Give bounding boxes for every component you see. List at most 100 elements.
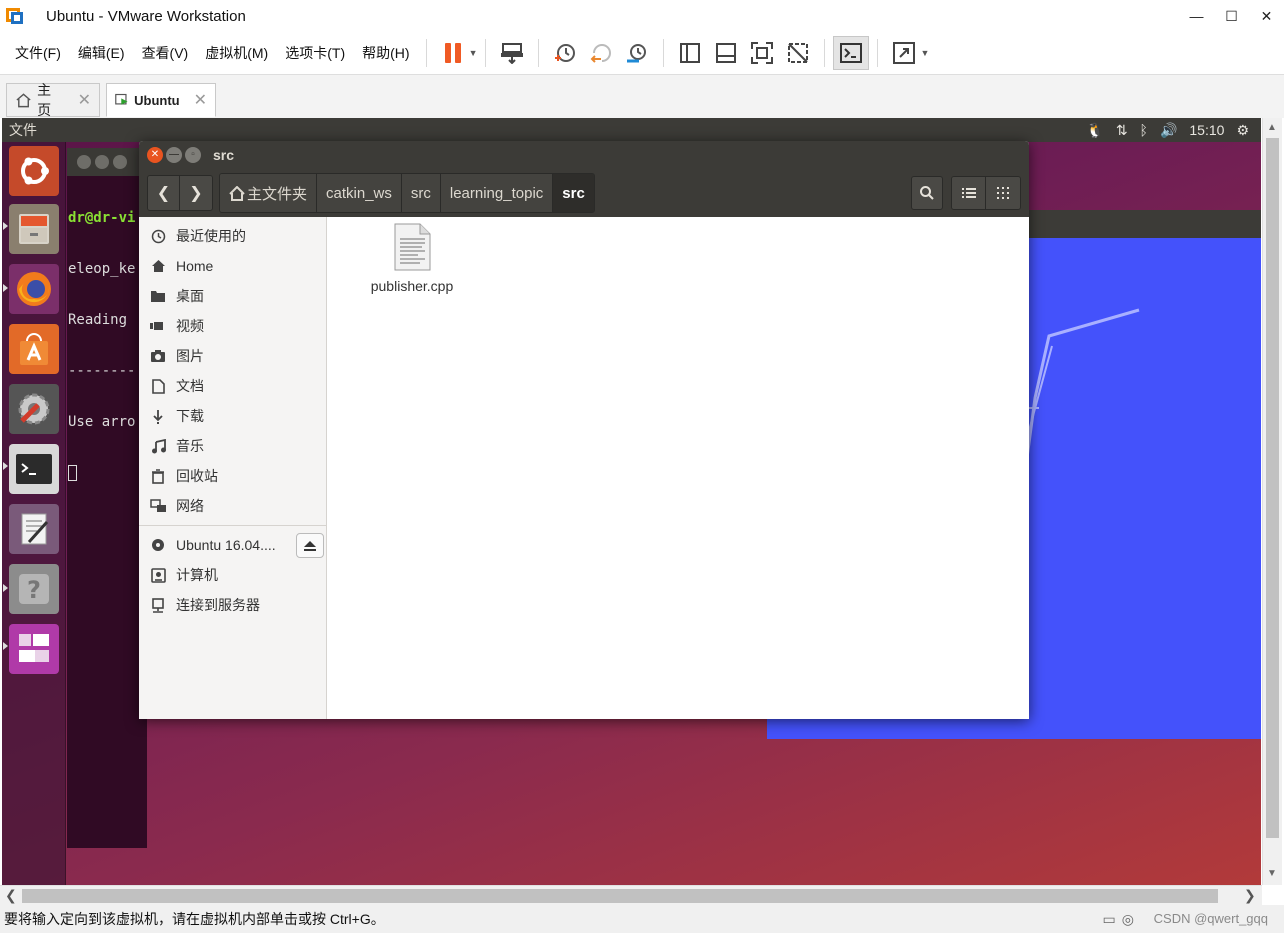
sidebar-item-home[interactable]: Home (139, 251, 326, 281)
sidebar-item-desktop[interactable]: 桌面 (139, 281, 326, 311)
file-view[interactable]: publisher.cpp (327, 217, 1029, 719)
console-view-button[interactable] (833, 36, 870, 70)
sidebar-item-label: 计算机 (176, 567, 218, 583)
list-view-button[interactable] (952, 177, 986, 209)
bluetooth-icon[interactable]: ᛒ (1140, 122, 1148, 138)
close-button[interactable]: ✕ (1249, 0, 1284, 32)
breadcrumb-home[interactable]: 主文件夹 (220, 174, 318, 212)
minimize-button[interactable]: — (1179, 0, 1214, 32)
show-library-button[interactable] (672, 36, 708, 70)
clock[interactable]: 15:10 (1189, 122, 1224, 138)
app-menu-label[interactable]: 文件 (9, 120, 37, 140)
sidebar-item-music[interactable]: 音乐 (139, 431, 326, 461)
launcher-system-settings[interactable] (9, 384, 59, 434)
maximize-button[interactable]: ☐ (1214, 0, 1249, 32)
launcher-terminal[interactable] (9, 444, 59, 494)
horizontal-scrollbar[interactable]: ❮ ❯ (0, 885, 1262, 905)
cd-drive-icon[interactable]: ◎ (1122, 911, 1134, 928)
vertical-scroll-thumb[interactable] (1266, 138, 1279, 838)
sidebar-item-network[interactable]: 网络 (139, 491, 326, 521)
volume-icon[interactable]: 🔊 (1160, 122, 1177, 139)
launcher-text-editor[interactable] (9, 504, 59, 554)
launcher-workspace-switcher[interactable] (9, 624, 59, 674)
network-arrows-icon[interactable]: ⇅ (1116, 122, 1128, 139)
launcher-files[interactable] (9, 204, 59, 254)
menu-vm[interactable]: 虚拟机(M) (197, 43, 276, 63)
terminal-window[interactable]: dr@dr-vi eleop_ke Reading -------- Use a… (67, 148, 147, 848)
tab-home[interactable]: 主页 ✕ (6, 82, 100, 118)
scroll-left-arrow-icon[interactable]: ❮ (5, 887, 17, 904)
sidebar-item-trash[interactable]: 回收站 (139, 461, 326, 491)
menu-view[interactable]: 查看(V) (134, 43, 197, 63)
power-gear-icon[interactable]: ⚙ (1236, 122, 1249, 139)
menu-file[interactable]: 文件(F) (7, 43, 69, 63)
tab-bar: 主页 ✕ Ubuntu ✕ (0, 74, 1284, 118)
terminal-titlebar (67, 148, 147, 176)
sidebar-item-documents[interactable]: 文档 (139, 371, 326, 401)
terminal-icon (840, 43, 863, 63)
launcher-software-center[interactable] (9, 324, 59, 374)
horizontal-scroll-thumb[interactable] (22, 889, 1218, 903)
chevron-right-icon: ❯ (189, 185, 203, 202)
menu-help[interactable]: 帮助(H) (354, 43, 417, 63)
breadcrumb-learning-topic[interactable]: learning_topic (440, 174, 554, 212)
text-file-icon (394, 223, 431, 271)
scroll-right-arrow-icon[interactable]: ❯ (1244, 887, 1256, 904)
file-manager-body: 最近使用的 Home 桌面 视频 图片 文档 下载 音乐 回收站 网络 Ubun… (139, 217, 1029, 719)
file-manager-window[interactable]: ✕ — ▫ src ❮ ❯ 主文件夹 catkin_ws src learnin… (139, 141, 1029, 719)
download-icon (149, 407, 167, 425)
clock-icon (149, 227, 167, 245)
window-close-icon[interactable]: ✕ (147, 147, 163, 163)
home-icon (229, 185, 245, 201)
vertical-scrollbar[interactable]: ▲ ▼ (1262, 118, 1282, 885)
thumbnail-bar-button[interactable] (708, 36, 744, 70)
penguin-icon[interactable]: 🐧 (1086, 122, 1103, 139)
sidebar-item-recent[interactable]: 最近使用的 (139, 221, 326, 251)
guest-screen[interactable]: 文件 🐧 ⇅ ᛒ 🔊 15:10 ⚙ ? dr@dr-vi eleop_ke R… (2, 118, 1261, 885)
grid-view-button[interactable] (986, 177, 1020, 209)
scroll-up-arrow-icon[interactable]: ▲ (1267, 122, 1277, 133)
network-icon (149, 497, 167, 515)
sidebar-item-ubuntu-disc[interactable]: Ubuntu 16.04.... (139, 530, 326, 560)
breadcrumb-current-src[interactable]: src (553, 174, 594, 212)
snapshot-manager-icon (627, 44, 647, 63)
stretch-guest-button[interactable] (886, 36, 922, 70)
launcher-dash[interactable] (9, 146, 59, 196)
file-item[interactable]: publisher.cpp (357, 223, 467, 294)
tab-ubuntu-close-icon[interactable]: ✕ (194, 90, 207, 110)
unity-mode-button[interactable] (780, 36, 816, 70)
menu-tabs[interactable]: 选项卡(T) (277, 43, 353, 63)
menu-edit[interactable]: 编辑(E) (70, 43, 133, 63)
back-button[interactable]: ❮ (148, 176, 180, 210)
sidebar-item-label: 下载 (176, 408, 204, 424)
tab-ubuntu[interactable]: Ubuntu ✕ (106, 83, 216, 117)
scroll-down-arrow-icon[interactable]: ▼ (1267, 868, 1277, 879)
send-ctrl-alt-del-button[interactable] (494, 36, 530, 70)
fullscreen-icon (751, 42, 774, 64)
launcher-firefox[interactable] (9, 264, 59, 314)
forward-button[interactable]: ❯ (180, 176, 212, 210)
snapshot-button[interactable] (547, 36, 583, 70)
breadcrumb-catkin-ws[interactable]: catkin_ws (317, 174, 402, 212)
sidebar-item-label: 最近使用的 (176, 228, 246, 244)
search-button[interactable] (911, 176, 943, 210)
revert-snapshot-button[interactable] (583, 36, 619, 70)
pause-button[interactable] (435, 36, 471, 70)
sidebar-item-connect-server[interactable]: 连接到服务器 (139, 590, 326, 620)
watermark: CSDN @qwert_gqq (1153, 911, 1268, 926)
breadcrumb-src[interactable]: src (401, 174, 441, 212)
window-minimize-icon[interactable]: — (166, 147, 182, 163)
launcher-help[interactable]: ? (9, 564, 59, 614)
bottom-panel-icon (716, 43, 737, 63)
sidebar-item-computer[interactable]: 计算机 (139, 560, 326, 590)
eject-button[interactable] (296, 533, 324, 558)
hard-disk-icon[interactable]: ▭ (1103, 911, 1116, 928)
snapshot-manager-button[interactable] (619, 36, 655, 70)
sidebar-item-videos[interactable]: 视频 (139, 311, 326, 341)
window-maximize-icon[interactable]: ▫ (185, 147, 201, 163)
sidebar-item-pictures[interactable]: 图片 (139, 341, 326, 371)
home-icon (149, 257, 167, 275)
full-screen-button[interactable] (744, 36, 780, 70)
sidebar-item-downloads[interactable]: 下载 (139, 401, 326, 431)
tab-home-close-icon[interactable]: ✕ (78, 90, 91, 110)
